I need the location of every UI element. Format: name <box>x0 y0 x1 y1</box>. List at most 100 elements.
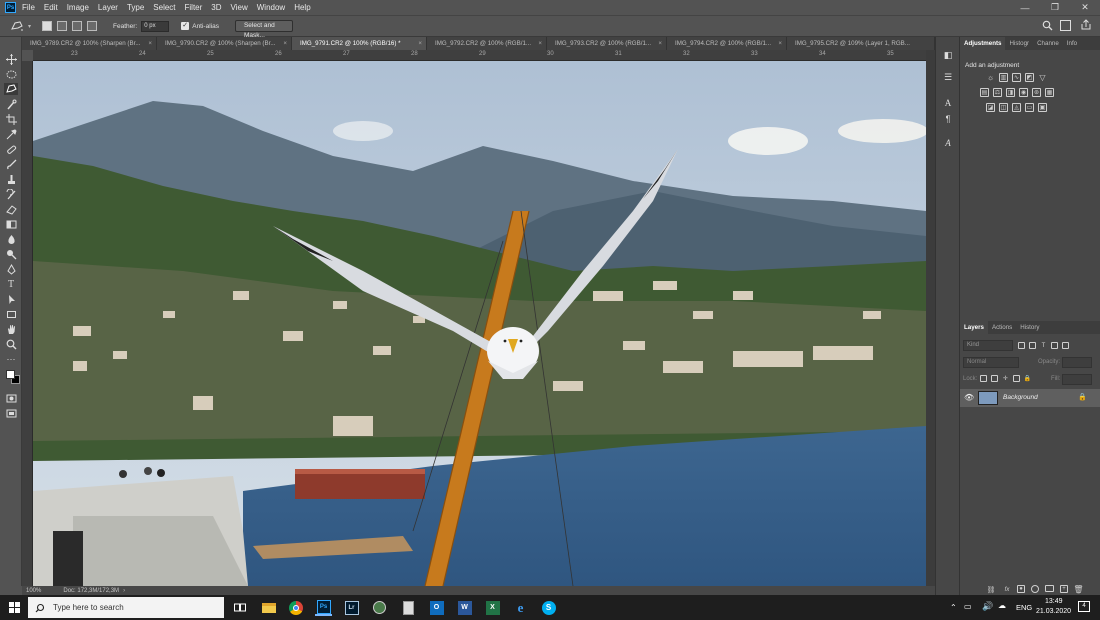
tab-img-9794[interactable]: IMG_9794.CR2 @ 100% (RGB/1... × <box>667 37 787 50</box>
tab-histogram[interactable]: Histogr <box>1005 37 1033 50</box>
intersect-selection-icon[interactable] <box>87 21 98 31</box>
brightness-icon[interactable]: ☼ <box>986 73 995 82</box>
excel-icon[interactable]: X <box>484 599 501 616</box>
color-lookup-icon[interactable]: ▦ <box>1045 88 1054 97</box>
pen-tool-icon[interactable] <box>4 263 18 275</box>
task-view-icon[interactable] <box>231 599 248 616</box>
lightroom-icon[interactable]: Lr <box>343 599 360 616</box>
layer-filter-kind[interactable]: Kind <box>963 340 1013 351</box>
filter-shape-icon[interactable] <box>1051 342 1058 349</box>
eyedropper-tool-icon[interactable] <box>4 128 18 140</box>
threshold-icon[interactable]: ◬ <box>1012 103 1021 112</box>
tab-layers[interactable]: Layers <box>960 321 988 334</box>
glyphs-panel-icon[interactable]: A <box>942 137 954 149</box>
lock-pixels-icon[interactable] <box>980 375 987 382</box>
menu-image[interactable]: Image <box>67 3 89 12</box>
visibility-eye-icon[interactable]: 👁 <box>964 393 974 402</box>
blend-mode-select[interactable]: Normal <box>963 357 1019 368</box>
zoom-tool-icon[interactable] <box>4 338 18 350</box>
clock-date[interactable]: 21.03.2020 <box>1036 608 1071 615</box>
taskbar-search-box[interactable]: Type here to search <box>28 597 224 618</box>
menu-filter[interactable]: Filter <box>185 3 203 12</box>
move-tool-icon[interactable] <box>4 53 18 65</box>
chrome-icon[interactable] <box>287 599 304 616</box>
tab-img-9790[interactable]: IMG_9790.CR2 @ 100% (Sharpen (Br... × <box>157 37 292 50</box>
layer-style-icon[interactable]: fx <box>1001 585 1013 594</box>
onedrive-icon[interactable]: ☁ <box>998 601 1006 610</box>
blur-tool-icon[interactable] <box>4 233 18 245</box>
new-group-icon[interactable] <box>1045 585 1054 592</box>
feather-input[interactable]: 0 px <box>141 20 170 32</box>
lock-all-icon[interactable]: 🔒 <box>1024 375 1031 382</box>
menu-edit[interactable]: Edit <box>44 3 58 12</box>
fill-input[interactable] <box>1062 374 1092 385</box>
add-selection-icon[interactable] <box>57 21 68 31</box>
tab-adjustments[interactable]: Adjustments <box>960 37 1006 50</box>
paragraph-panel-icon[interactable]: ¶ <box>942 113 954 125</box>
more-tools-icon[interactable]: ··· <box>4 353 18 365</box>
history-brush-tool-icon[interactable] <box>4 188 18 200</box>
gradient-map-icon[interactable]: ▭ <box>1025 103 1034 112</box>
screen-mode-icon[interactable] <box>4 407 18 419</box>
tab-history[interactable]: History <box>1016 321 1043 334</box>
close-icon[interactable]: × <box>418 37 422 50</box>
type-tool-icon[interactable]: T <box>4 278 18 290</box>
tab-img-9789[interactable]: IMG_9789.CR2 @ 100% (Sharpen (Br... × <box>22 37 157 50</box>
dodge-tool-icon[interactable] <box>4 248 18 260</box>
menu-window[interactable]: Window <box>257 3 285 12</box>
edge-icon[interactable]: e <box>512 599 529 616</box>
windows-start-icon[interactable] <box>9 602 20 615</box>
lasso-preset-icon[interactable] <box>6 18 28 34</box>
quick-mask-icon[interactable] <box>4 392 18 404</box>
invert-icon[interactable]: ◪ <box>986 103 995 112</box>
add-mask-icon[interactable]: ● <box>1017 585 1025 593</box>
workspace-icon[interactable] <box>1060 20 1071 31</box>
color-balance-icon[interactable]: ⚖ <box>993 88 1002 97</box>
lock-artboard-icon[interactable] <box>1013 375 1020 382</box>
network-app-icon[interactable] <box>371 599 388 616</box>
network-icon[interactable]: ▭ <box>964 602 972 611</box>
channel-mixer-icon[interactable]: ⊛ <box>1032 88 1041 97</box>
hand-tool-icon[interactable] <box>4 323 18 335</box>
delete-layer-icon[interactable]: 🗑 <box>1073 585 1083 594</box>
filter-type-icon[interactable]: T <box>1040 342 1047 349</box>
tab-info[interactable]: Info <box>1063 37 1081 50</box>
tab-img-9791[interactable]: IMG_9791.CR2 @ 100% (RGB/16) * × <box>292 37 427 50</box>
outlook-icon[interactable]: O <box>428 599 445 616</box>
path-selection-tool-icon[interactable] <box>4 293 18 305</box>
clock-time[interactable]: 13:49 <box>1045 598 1063 605</box>
properties-panel-icon[interactable]: ☰ <box>942 71 954 83</box>
close-icon[interactable]: × <box>658 37 662 50</box>
skype-icon[interactable]: S <box>540 599 557 616</box>
healing-brush-tool-icon[interactable] <box>4 143 18 155</box>
hue-saturation-icon[interactable]: ▤ <box>980 88 989 97</box>
vibrance-icon[interactable]: ▽ <box>1038 73 1047 82</box>
subtract-selection-icon[interactable] <box>72 21 83 31</box>
color-panel-icon[interactable]: ◧ <box>942 49 954 61</box>
lock-brush-icon[interactable] <box>991 375 998 382</box>
brush-tool-icon[interactable] <box>4 158 18 170</box>
photoshop-taskbar-icon[interactable]: Ps <box>315 599 332 616</box>
clone-stamp-tool-icon[interactable] <box>4 173 18 185</box>
tab-img-9792[interactable]: IMG_9792.CR2 @ 100% (RGB/1... × <box>427 37 547 50</box>
new-layer-icon[interactable]: + <box>1060 585 1068 593</box>
tab-channels[interactable]: Channe <box>1033 37 1063 50</box>
curves-icon[interactable]: ∿ <box>1012 73 1021 82</box>
anti-alias-checkbox[interactable]: ✓ <box>181 22 190 30</box>
zoom-level[interactable]: 100% <box>26 588 41 594</box>
select-and-mask-button[interactable]: Select and Mask... <box>234 20 293 39</box>
crop-tool-icon[interactable] <box>4 113 18 125</box>
character-panel-icon[interactable]: A <box>942 97 954 109</box>
tray-chevron-icon[interactable]: ⌃ <box>950 603 957 612</box>
layer-name[interactable]: Background <box>1003 394 1038 401</box>
calculator-icon[interactable] <box>400 599 417 616</box>
menu-view[interactable]: View <box>231 3 248 12</box>
menu-3d[interactable]: 3D <box>211 3 221 12</box>
speaker-icon[interactable]: 🔊 <box>982 601 993 612</box>
menu-type[interactable]: Type <box>127 3 144 12</box>
selective-color-icon[interactable]: ▣ <box>1038 103 1047 112</box>
menu-select[interactable]: Select <box>153 3 175 12</box>
tab-actions[interactable]: Actions <box>988 321 1016 334</box>
filter-adjust-icon[interactable] <box>1029 342 1036 349</box>
filter-smart-icon[interactable] <box>1062 342 1069 349</box>
